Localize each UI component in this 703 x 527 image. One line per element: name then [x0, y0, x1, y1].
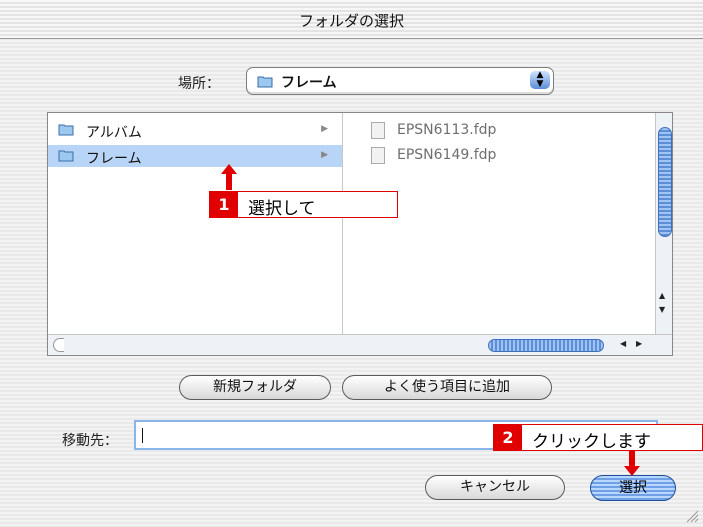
scroll-up-arrow-icon[interactable]: ▲ [659, 291, 665, 300]
callout-number: 1 [210, 192, 238, 217]
folder-icon [58, 148, 74, 166]
file-name: EPSN6149.fdp [397, 147, 497, 163]
new-folder-button[interactable]: 新規フォルダ [179, 375, 331, 400]
callout-text: 選択して [248, 199, 316, 219]
callout-1: 1 選択して [209, 191, 398, 219]
destination-label: 移動先： [62, 433, 118, 449]
folder-icon [58, 122, 74, 140]
location-value: フレーム [281, 75, 337, 91]
disclosure-arrow-icon: ▶ [321, 150, 328, 160]
window-title: フォルダの選択 [298, 12, 404, 30]
scroll-right-arrow-icon[interactable]: ▶ [636, 339, 642, 348]
scroll-left-arrow-icon[interactable]: ◀ [620, 339, 626, 348]
browser-column-2: EPSN6113.fdp EPSN6149.fdp [343, 113, 655, 335]
list-item-frame[interactable]: フレーム ▶ [48, 145, 342, 167]
resize-grip-icon[interactable] [685, 509, 699, 523]
callout-2: 2 クリックします [493, 424, 703, 452]
document-icon [371, 122, 385, 139]
callout-arrow-up-icon [221, 164, 237, 190]
list-item-label: フレーム [86, 151, 142, 167]
horizontal-scrollbar[interactable]: ◀ ▶ [48, 334, 672, 355]
folder-icon [257, 73, 273, 92]
text-caret [142, 428, 143, 443]
browser-column-1: アルバム ▶ フレーム ▶ [48, 113, 343, 335]
column-browser: アルバム ▶ フレーム ▶ EPSN6113.fdp EPSN6149.fdp … [47, 112, 673, 356]
list-item-label: アルバム [86, 125, 142, 141]
callout-text: クリックします [532, 432, 651, 452]
callout-number: 2 [494, 425, 522, 450]
scroll-down-arrow-icon[interactable]: ▼ [659, 305, 665, 314]
file-name: EPSN6113.fdp [397, 122, 497, 138]
vertical-scroll-thumb[interactable] [658, 127, 672, 237]
disclosure-arrow-icon: ▶ [321, 124, 328, 134]
callout-arrow-down-icon [624, 450, 640, 476]
title-bar: フォルダの選択 [0, 0, 703, 39]
popup-arrows-icon: ▲ ▼ [530, 71, 550, 89]
document-icon [371, 147, 385, 164]
cancel-button[interactable]: キャンセル [425, 475, 565, 500]
list-item-album[interactable]: アルバム ▶ [48, 119, 342, 141]
vertical-scrollbar[interactable]: ▲ ▼ [655, 113, 672, 335]
scroll-track-cap [53, 338, 64, 352]
horizontal-scroll-thumb[interactable] [488, 339, 604, 352]
location-popup[interactable]: フレーム ▲ ▼ [246, 67, 554, 95]
add-to-favorites-button[interactable]: よく使う項目に追加 [342, 375, 552, 400]
select-button[interactable]: 選択 [590, 475, 676, 501]
location-label: 場所： [178, 76, 220, 92]
